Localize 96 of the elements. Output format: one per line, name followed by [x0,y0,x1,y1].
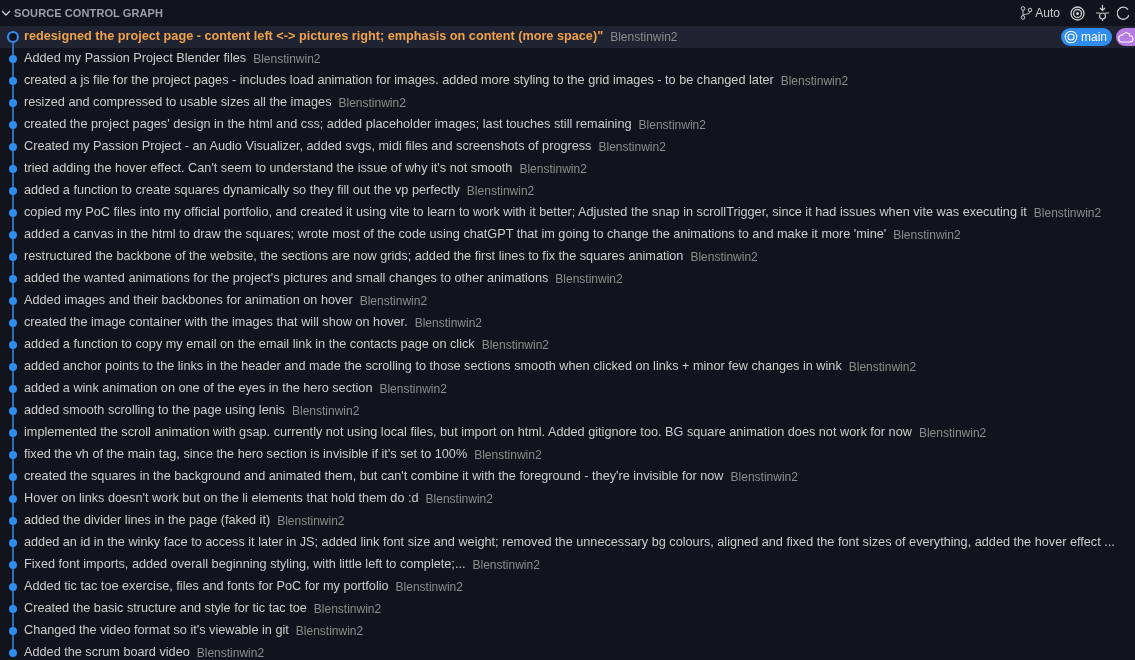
target-icon [1070,5,1085,21]
commit-author: Blenstinwin2 [395,579,463,596]
commit-author: Blenstinwin2 [893,227,961,244]
commit-node [9,187,17,195]
branch-icon [1020,6,1034,20]
commit-node [9,539,17,547]
commit-author: Blenstinwin2 [1033,205,1102,222]
commit-author: Blenstinwin2 [730,469,798,486]
commit-node [9,319,17,327]
commit-message[interactable]: implemented the scroll animation with gsap. currently not using local files, but import on html. Added gitignore too. BG square animation does not work for now [24,423,912,443]
commit-message[interactable]: Added images and their backbones for animation on hover [24,291,353,311]
target-button[interactable] [1067,5,1088,21]
commit-node [9,561,17,569]
commit-message[interactable]: redesigned the project page - content left <-> pictures right; emphasis on content (more space)" [24,27,604,47]
commit-message[interactable]: created the image container with the images that will show on hover. [24,313,408,333]
commit-author: Blenstinwin2 [277,513,345,530]
commit-node [9,473,17,481]
commit-author: Blenstinwin2 [610,29,678,46]
commit-message[interactable]: added smooth scrolling to the page using lenis [24,401,285,421]
commit-message[interactable]: resized and compressed to usable sizes all the images [24,93,332,113]
commit-node [9,143,17,151]
commit-author: Blenstinwin2 [481,337,550,354]
commit-author: Blenstinwin2 [638,117,706,134]
branch-badge: main [1061,28,1112,46]
commit-author: Blenstinwin2 [555,271,623,288]
fetch-icon [1095,5,1110,21]
commit-node [9,517,17,525]
commit-message[interactable]: created the project pages' design in the html and css; added placeholder images; last touches still remaining [24,115,632,135]
commit-author: Blenstinwin2 [253,51,321,68]
commit-node [9,99,17,107]
commit-message[interactable]: Added tic tac toe exercise, files and fonts for PoC for my portfolio [24,577,389,597]
commit-author: Blenstinwin2 [918,425,987,442]
commit-author: Blenstinwin2 [690,249,758,266]
commit-author: Blenstinwin2 [196,645,265,660]
commit-node [9,55,17,63]
commit-node [9,407,17,415]
commit-author: Blenstinwin2 [379,381,447,398]
commit-author: Blenstinwin2 [780,73,849,90]
commit-node [9,121,17,129]
commit-node [9,583,17,591]
commit-author: Blenstinwin2 [414,315,483,332]
commit-message[interactable]: added a canvas in the html to draw the squares; wrote most of the code using chatGPT that im going to change the animations to and make it more 'mine' [24,225,887,245]
commit-message[interactable]: added the divider lines in the page (faked it) [24,511,271,531]
commit-node [9,297,17,305]
branch-mode-button[interactable]: Auto [1017,4,1063,22]
commit-message[interactable]: tried adding the hover effect. Can't seem to understand the issue of why it's not smooth [24,159,513,179]
commit-message[interactable]: Created the basic structure and style for tic tac toe [24,599,307,619]
commit-node [9,495,17,503]
commit-node [9,451,17,459]
commit-message[interactable]: added an id in the winky face to access it later in JS; added link font size and weight; removed the unnecessary bg colours, aligned and fixed the font sizes of everything, added the hover effect ... [24,533,1115,553]
commit-message[interactable]: copied my PoC files into my official portfolio, and created it using vite to learn to work with it better; Adjusted the snap in scrollTrigger, since it had issues when vite was executing it [24,203,1027,223]
refresh-button[interactable] [1117,5,1129,21]
commit-author: Blenstinwin2 [519,161,587,178]
commit-message[interactable]: created the squares in the background and animated them, but can't combine it with the foreground - they're invisible for now [24,467,724,487]
commit-message[interactable]: created a js file for the project pages - includes load animation for images. added more styling to the grid images - to be changed later [24,71,774,91]
commit-node [9,231,17,239]
commit-node [9,627,17,635]
commit-author: Blenstinwin2 [472,557,540,574]
commit-author: Blenstinwin2 [295,623,364,640]
commit-node [9,275,17,283]
commit-message[interactable]: Changed the video format so it's viewable in git [24,621,289,641]
commit-message[interactable]: Added the scrum board video [24,643,190,660]
commit-message[interactable]: Hover on links doesn't work but on the li elements that hold them do :d [24,489,419,509]
commit-node [9,77,17,85]
commit-node [9,209,17,217]
commit-author: Blenstinwin2 [359,293,428,310]
commit-node [9,429,17,437]
commit-node [9,385,17,393]
commit-node [9,649,17,657]
commit-message[interactable]: Added my Passion Project Blender files [24,49,247,69]
commit-node [9,341,17,349]
commit-message[interactable]: Created my Passion Project - an Audio Visualizer, added svgs, midi files and screenshots of progress [24,137,592,157]
commit-author: Blenstinwin2 [466,183,535,200]
head-commit-node [6,30,20,44]
commit-author: Blenstinwin2 [313,601,382,618]
commit-message[interactable]: added a function to copy my email on the email link in the contacts page on click [24,335,475,355]
commit-node [9,253,17,261]
commit-message[interactable]: added a function to create squares dynamically so they fill out the vp perfectly [24,181,460,201]
commit-author: Blenstinwin2 [848,359,917,376]
commit-node [9,165,17,173]
commit-node [9,363,17,371]
refresh-icon [1117,5,1129,21]
commit-author: Blenstinwin2 [291,403,360,420]
commit-author: Blenstinwin2 [598,139,666,156]
commit-node [9,605,17,613]
panel-title: SOURCE CONTROL GRAPH [14,5,164,21]
commit-message[interactable]: Fixed font imports, added overall beginning styling, with little left to complete;... [24,555,466,575]
commit-author: Blenstinwin2 [474,447,542,464]
commit-author: Blenstinwin2 [425,491,493,508]
commit-message[interactable]: fixed the vh of the main tag, since the hero section is invisible if it's set to 100% [24,445,468,465]
commit-message[interactable]: added a wink animation on one of the eyes in the hero section [24,379,373,399]
commit-author: Blenstinwin2 [338,95,406,112]
commit-message[interactable]: added anchor points to the links in the header and made the scrolling to those sections smooth when clicked on links + minor few changes in wink [24,357,842,377]
commit-message[interactable]: restructured the backbone of the website, the sections are now grids; added the first lines to fix the squares animation [24,247,684,267]
commit-message[interactable]: added the wanted animations for the project's pictures and small changes to other animations [24,269,549,289]
target-icon [1064,30,1078,44]
